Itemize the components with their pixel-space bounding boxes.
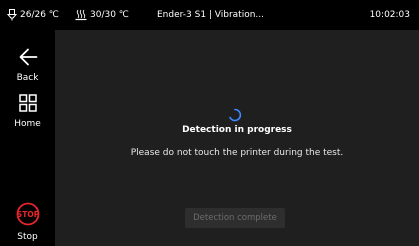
stop-icon: STOP (16, 202, 40, 230)
nozzle-temperature: 26/26 ℃ (7, 0, 59, 30)
stop-label: Stop (17, 232, 38, 242)
nozzle-icon (7, 9, 17, 21)
clock: 10:02:03 (370, 0, 410, 30)
home-button[interactable]: Home (0, 94, 55, 129)
home-label: Home (14, 119, 41, 129)
back-arrow-icon (18, 48, 38, 70)
detection-complete-button[interactable]: Detection complete (185, 208, 285, 228)
bed-temp-value: 30/30 ℃ (90, 10, 129, 20)
back-label: Back (16, 73, 39, 83)
clock-time: 10:02:03 (369, 10, 410, 20)
sidebar: Back Home STOP Stop (0, 30, 55, 246)
loading-spinner-icon (228, 107, 242, 122)
detection-title: Detection in progress (182, 125, 292, 135)
window-title: Ender-3 S1 | Vibration... (157, 0, 264, 30)
detection-panel: Detection in progress Please do not touc… (55, 30, 419, 246)
printer-title: Ender-3 S1 | Vibration... (157, 10, 265, 20)
back-button[interactable]: Back (0, 48, 55, 83)
home-grid-icon (18, 94, 37, 116)
detection-message: Please do not touch the printer during t… (130, 148, 344, 158)
heated-bed-icon (75, 9, 87, 21)
stop-button[interactable]: STOP Stop (0, 202, 55, 242)
bed-temperature: 30/30 ℃ (75, 0, 129, 30)
nozzle-temp-value: 26/26 ℃ (20, 10, 59, 20)
stop-icon-text: STOP (16, 210, 39, 219)
status-bar: 26/26 ℃ 30/30 ℃ Ender-3 S1 | Vibration..… (0, 0, 419, 30)
